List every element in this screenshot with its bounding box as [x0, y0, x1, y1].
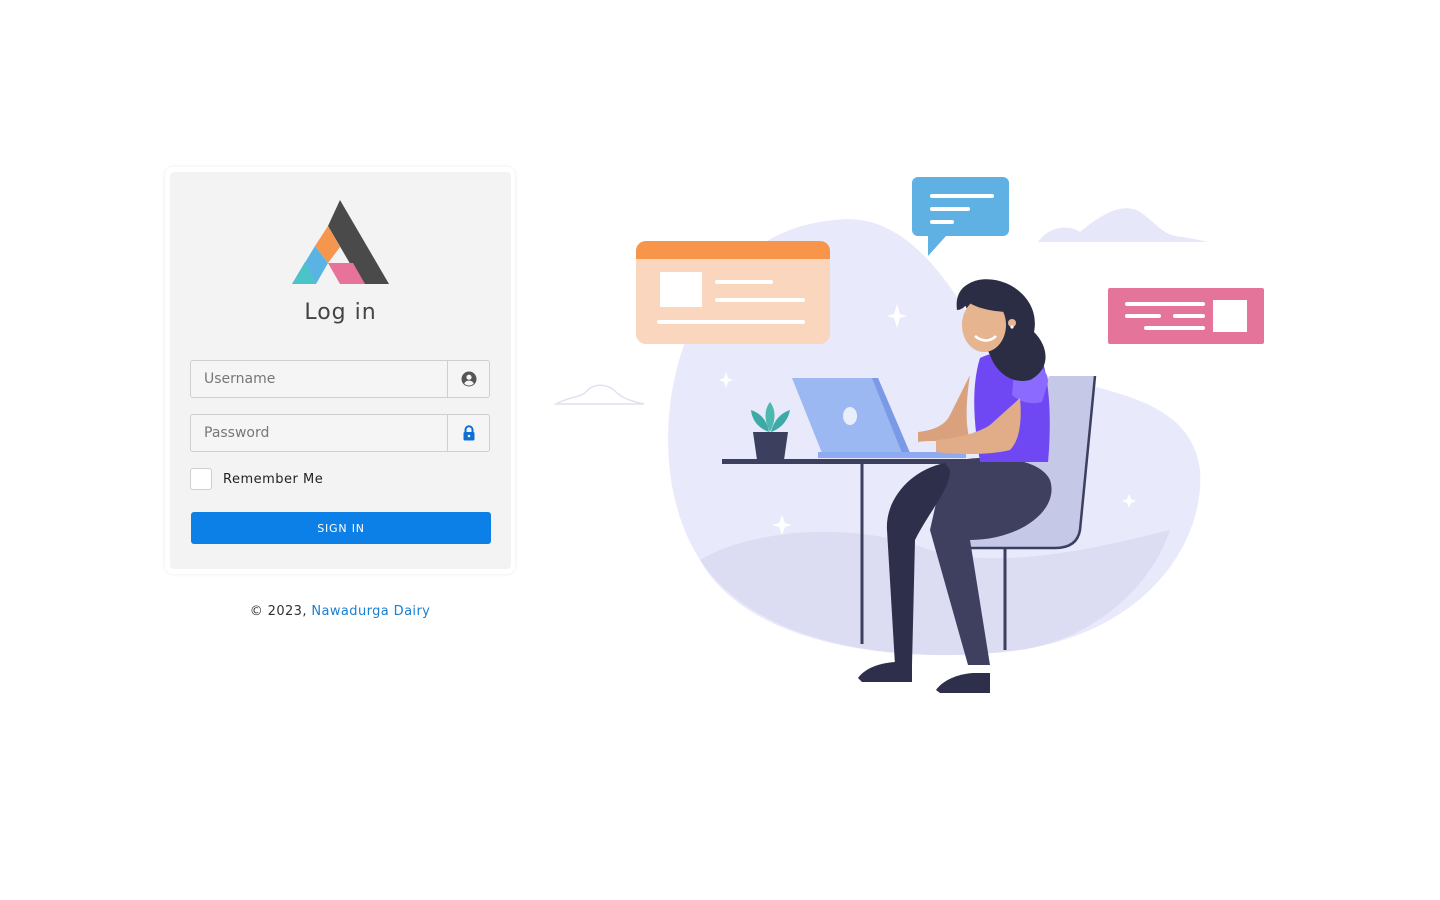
page-title: Log in [304, 300, 377, 325]
username-input[interactable] [191, 361, 447, 397]
sign-in-button[interactable]: SIGN IN [191, 512, 491, 544]
username-field-group [190, 360, 490, 398]
user-circle-icon [447, 361, 489, 397]
footer: © 2023, Nawadurga Dairy [165, 604, 515, 619]
password-field-group [190, 414, 490, 452]
login-page: Log in Remember Me SIGN IN © 2023, Naw [0, 0, 1440, 900]
remember-me-label: Remember Me [223, 471, 324, 487]
brand-logo [292, 200, 389, 284]
lock-icon [447, 415, 489, 451]
remember-me-checkbox[interactable] [190, 468, 212, 490]
workspace-illustration [553, 177, 1264, 693]
company-link[interactable]: Nawadurga Dairy [311, 604, 430, 619]
password-input[interactable] [191, 415, 447, 451]
copyright-text: © 2023, [249, 604, 312, 619]
remember-me[interactable]: Remember Me [190, 468, 323, 490]
